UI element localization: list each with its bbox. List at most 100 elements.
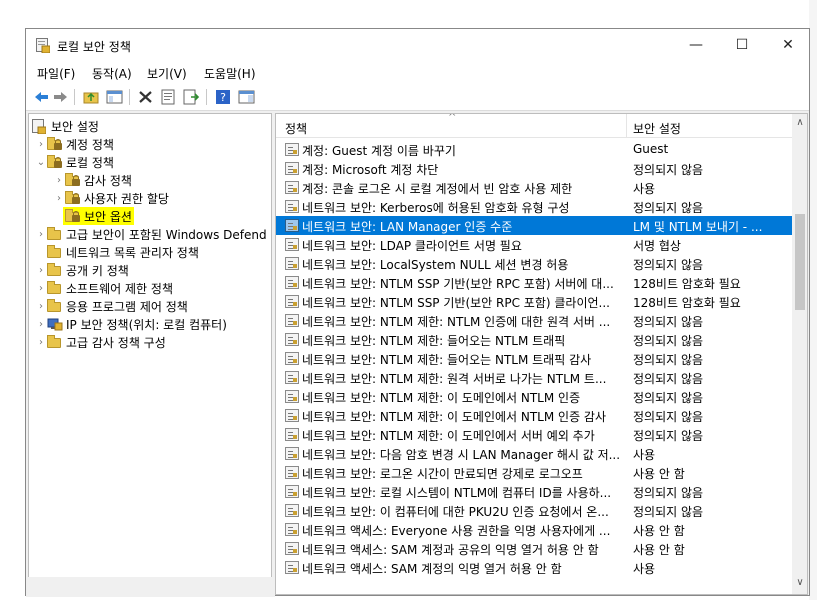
- help-icon[interactable]: ?: [215, 89, 232, 105]
- policy-setting-icon: [285, 428, 299, 441]
- policy-name: 네트워크 보안: NTLM SSP 기반(보안 RPC 포함) 클라이언...: [302, 296, 610, 310]
- policy-row[interactable]: 네트워크 보안: 로컬 시스템이 NTLM에 컴퓨터 ID를 사용하... 정의되…: [276, 482, 792, 501]
- policy-security-setting: 서명 협상: [633, 239, 681, 253]
- policy-row[interactable]: 네트워크 보안: NTLM 제한: 원격 서버로 나가는 NTLM 트... 정의…: [276, 368, 792, 387]
- show-hide-action-pane-icon[interactable]: [238, 89, 255, 105]
- policy-security-setting: 정의되지 않음: [633, 163, 704, 177]
- export-list-icon[interactable]: [183, 89, 200, 105]
- toolbar-separator: [129, 89, 130, 105]
- policy-row[interactable]: 계정: Guest 계정 이름 바꾸기 Guest: [276, 140, 792, 159]
- policy-security-setting: 정의되지 않음: [633, 410, 704, 424]
- maximize-button[interactable]: ☐: [719, 29, 765, 61]
- scroll-down-arrow[interactable]: ∨: [792, 577, 807, 593]
- policy-row[interactable]: 네트워크 액세스: Everyone 사용 권한을 익명 사용자에게 ... 사용…: [276, 520, 792, 539]
- toolbar-separator: [74, 89, 75, 105]
- tree-node-network-list-manager[interactable]: 네트워크 목록 관리자 정책: [47, 243, 199, 261]
- policy-row[interactable]: 네트워크 보안: NTLM 제한: 들어오는 NTLM 트래픽 감사 정의되지 않…: [276, 349, 792, 368]
- policy-row[interactable]: 네트워크 보안: 로그온 시간이 만료되면 강제로 로그오프 사용 안 함: [276, 463, 792, 482]
- tree-node-security-options[interactable]: 보안 옵션: [63, 207, 134, 225]
- policy-row[interactable]: 네트워크 보안: NTLM 제한: 이 도메인에서 서버 예외 추가 정의되지 않…: [276, 425, 792, 444]
- ip-security-icon: [47, 317, 63, 331]
- policy-row[interactable]: 네트워크 보안: NTLM 제한: 이 도메인에서 NTLM 인증 감사 정의되지…: [276, 406, 792, 425]
- policy-row[interactable]: 네트워크 보안: 다음 암호 변경 시 LAN Manager 해시 값 저..…: [276, 444, 792, 463]
- policy-setting-icon: [285, 314, 299, 327]
- policy-name: 네트워크 보안: NTLM SSP 기반(보안 RPC 포함) 서버에 대...: [302, 277, 614, 291]
- policy-row[interactable]: 네트워크 보안: LocalSystem NULL 세션 변경 허용 정의되지 않…: [276, 254, 792, 273]
- properties-icon[interactable]: [160, 89, 177, 105]
- tree-root[interactable]: 보안 설정: [32, 117, 99, 135]
- policy-row[interactable]: 계정: Microsoft 계정 차단 정의되지 않음: [276, 159, 792, 178]
- show-hide-tree-icon[interactable]: [106, 89, 123, 105]
- tree-node-label: 보안 옵션: [84, 209, 132, 224]
- policy-name: 계정: Guest 계정 이름 바꾸기: [302, 144, 456, 158]
- tree-node-account-policies[interactable]: › 계정 정책: [35, 135, 114, 153]
- tree-node-advanced-audit[interactable]: › 고급 감사 정책 구성: [35, 333, 166, 351]
- forward-icon[interactable]: [52, 89, 69, 105]
- tree-node-audit-policy[interactable]: › 감사 정책: [53, 171, 132, 189]
- chevron-right-icon[interactable]: ›: [35, 135, 47, 153]
- folder-icon: [47, 227, 63, 241]
- policy-name: 네트워크 보안: NTLM 제한: 이 도메인에서 NTLM 인증: [302, 391, 581, 405]
- scroll-thumb[interactable]: [795, 214, 805, 310]
- title-bar[interactable]: 로컬 보안 정책 — ☐ ✕: [26, 29, 809, 61]
- policy-setting-icon: [285, 466, 299, 479]
- policy-row[interactable]: 네트워크 액세스: SAM 계정의 익명 열거 허용 안 함 사용: [276, 558, 792, 577]
- chevron-right-icon[interactable]: ›: [35, 225, 47, 243]
- policy-row[interactable]: 네트워크 보안: LAN Manager 인증 수준 LM 및 NTLM 보내기 …: [276, 216, 792, 235]
- policy-security-setting: 사용: [633, 562, 656, 576]
- policy-row[interactable]: 네트워크 보안: NTLM 제한: 들어오는 NTLM 트래픽 정의되지 않음: [276, 330, 792, 349]
- close-button[interactable]: ✕: [765, 29, 811, 61]
- policy-security-setting: 사용 안 함: [633, 524, 685, 538]
- policy-row[interactable]: 네트워크 액세스: SAM 계정과 공유의 익명 열거 허용 안 함 사용 안 함: [276, 539, 792, 558]
- minimize-button[interactable]: —: [673, 29, 719, 61]
- chevron-right-icon[interactable]: ›: [35, 315, 47, 333]
- tree-node-software-restriction[interactable]: › 소프트웨어 제한 정책: [35, 279, 173, 297]
- column-header-policy[interactable]: 정책: [285, 120, 307, 137]
- tree-node-public-key-policies[interactable]: › 공개 키 정책: [35, 261, 129, 279]
- policy-row[interactable]: 계정: 콘솔 로그온 시 로컬 계정에서 빈 암호 사용 제한 사용: [276, 178, 792, 197]
- policy-name: 네트워크 보안: NTLM 제한: 들어오는 NTLM 트래픽 감사: [302, 353, 592, 367]
- chevron-right-icon[interactable]: ›: [35, 279, 47, 297]
- folder-icon: [47, 245, 63, 259]
- policy-row[interactable]: 네트워크 보안: NTLM 제한: 이 도메인에서 NTLM 인증 정의되지 않음: [276, 387, 792, 406]
- up-folder-icon[interactable]: [83, 89, 100, 105]
- delete-icon[interactable]: [137, 89, 154, 105]
- back-icon[interactable]: [33, 89, 50, 105]
- menu-action[interactable]: 동작(A): [92, 65, 132, 82]
- chevron-down-icon[interactable]: ⌄: [35, 153, 47, 171]
- menu-file[interactable]: 파일(F): [37, 65, 75, 82]
- column-header-setting[interactable]: 보안 설정: [633, 120, 681, 137]
- policy-setting-icon: [285, 219, 299, 232]
- policy-setting-icon: [285, 238, 299, 251]
- tree-root-label: 보안 설정: [51, 119, 99, 134]
- policy-row[interactable]: 네트워크 보안: NTLM SSP 기반(보안 RPC 포함) 클라이언... 1…: [276, 292, 792, 311]
- policy-setting-icon: [285, 162, 299, 175]
- chevron-right-icon[interactable]: ›: [53, 171, 65, 189]
- security-settings-icon: [32, 119, 48, 135]
- chevron-right-icon[interactable]: ›: [53, 189, 65, 207]
- policy-row[interactable]: 네트워크 보안: 이 컴퓨터에 대한 PKU2U 인증 요청에서 온... 정의되…: [276, 501, 792, 520]
- chevron-right-icon[interactable]: ›: [35, 297, 47, 315]
- policy-name: 네트워크 보안: LocalSystem NULL 세션 변경 허용: [302, 258, 569, 272]
- tree-node-user-rights[interactable]: › 사용자 권한 할당: [53, 189, 169, 207]
- menu-view[interactable]: 보기(V): [147, 65, 187, 82]
- policy-setting-icon: [285, 485, 299, 498]
- policy-row[interactable]: 네트워크 보안: NTLM SSP 기반(보안 RPC 포함) 서버에 대...…: [276, 273, 792, 292]
- policy-security-setting: 정의되지 않음: [633, 258, 704, 272]
- policy-setting-icon: [285, 371, 299, 384]
- column-divider[interactable]: [626, 114, 627, 138]
- chevron-right-icon[interactable]: ›: [35, 261, 47, 279]
- list-vertical-scrollbar[interactable]: ∧ ∨: [792, 114, 807, 594]
- tree-node-local-policies[interactable]: ⌄ 로컬 정책: [35, 153, 114, 171]
- policy-setting-icon: [285, 333, 299, 346]
- scroll-up-arrow[interactable]: ∧: [792, 117, 807, 133]
- tree-node-windows-defender-firewall[interactable]: › 고급 보안이 포함된 Windows Defend: [35, 225, 267, 243]
- chevron-right-icon[interactable]: ›: [35, 333, 47, 351]
- menu-help[interactable]: 도움말(H): [204, 65, 256, 82]
- policy-row[interactable]: 네트워크 보안: Kerberos에 허용된 암호화 유형 구성 정의되지 않음: [276, 197, 792, 216]
- tree-node-ip-security[interactable]: › IP 보안 정책(위치: 로컬 컴퓨터): [35, 315, 227, 333]
- tree-node-label: 소프트웨어 제한 정책: [66, 281, 173, 296]
- policy-row[interactable]: 네트워크 보안: LDAP 클라이언트 서명 필요 서명 협상: [276, 235, 792, 254]
- tree-node-application-control[interactable]: › 응용 프로그램 제어 정책: [35, 297, 188, 315]
- policy-row[interactable]: 네트워크 보안: NTLM 제한: NTLM 인증에 대한 원격 서버 ... 정…: [276, 311, 792, 330]
